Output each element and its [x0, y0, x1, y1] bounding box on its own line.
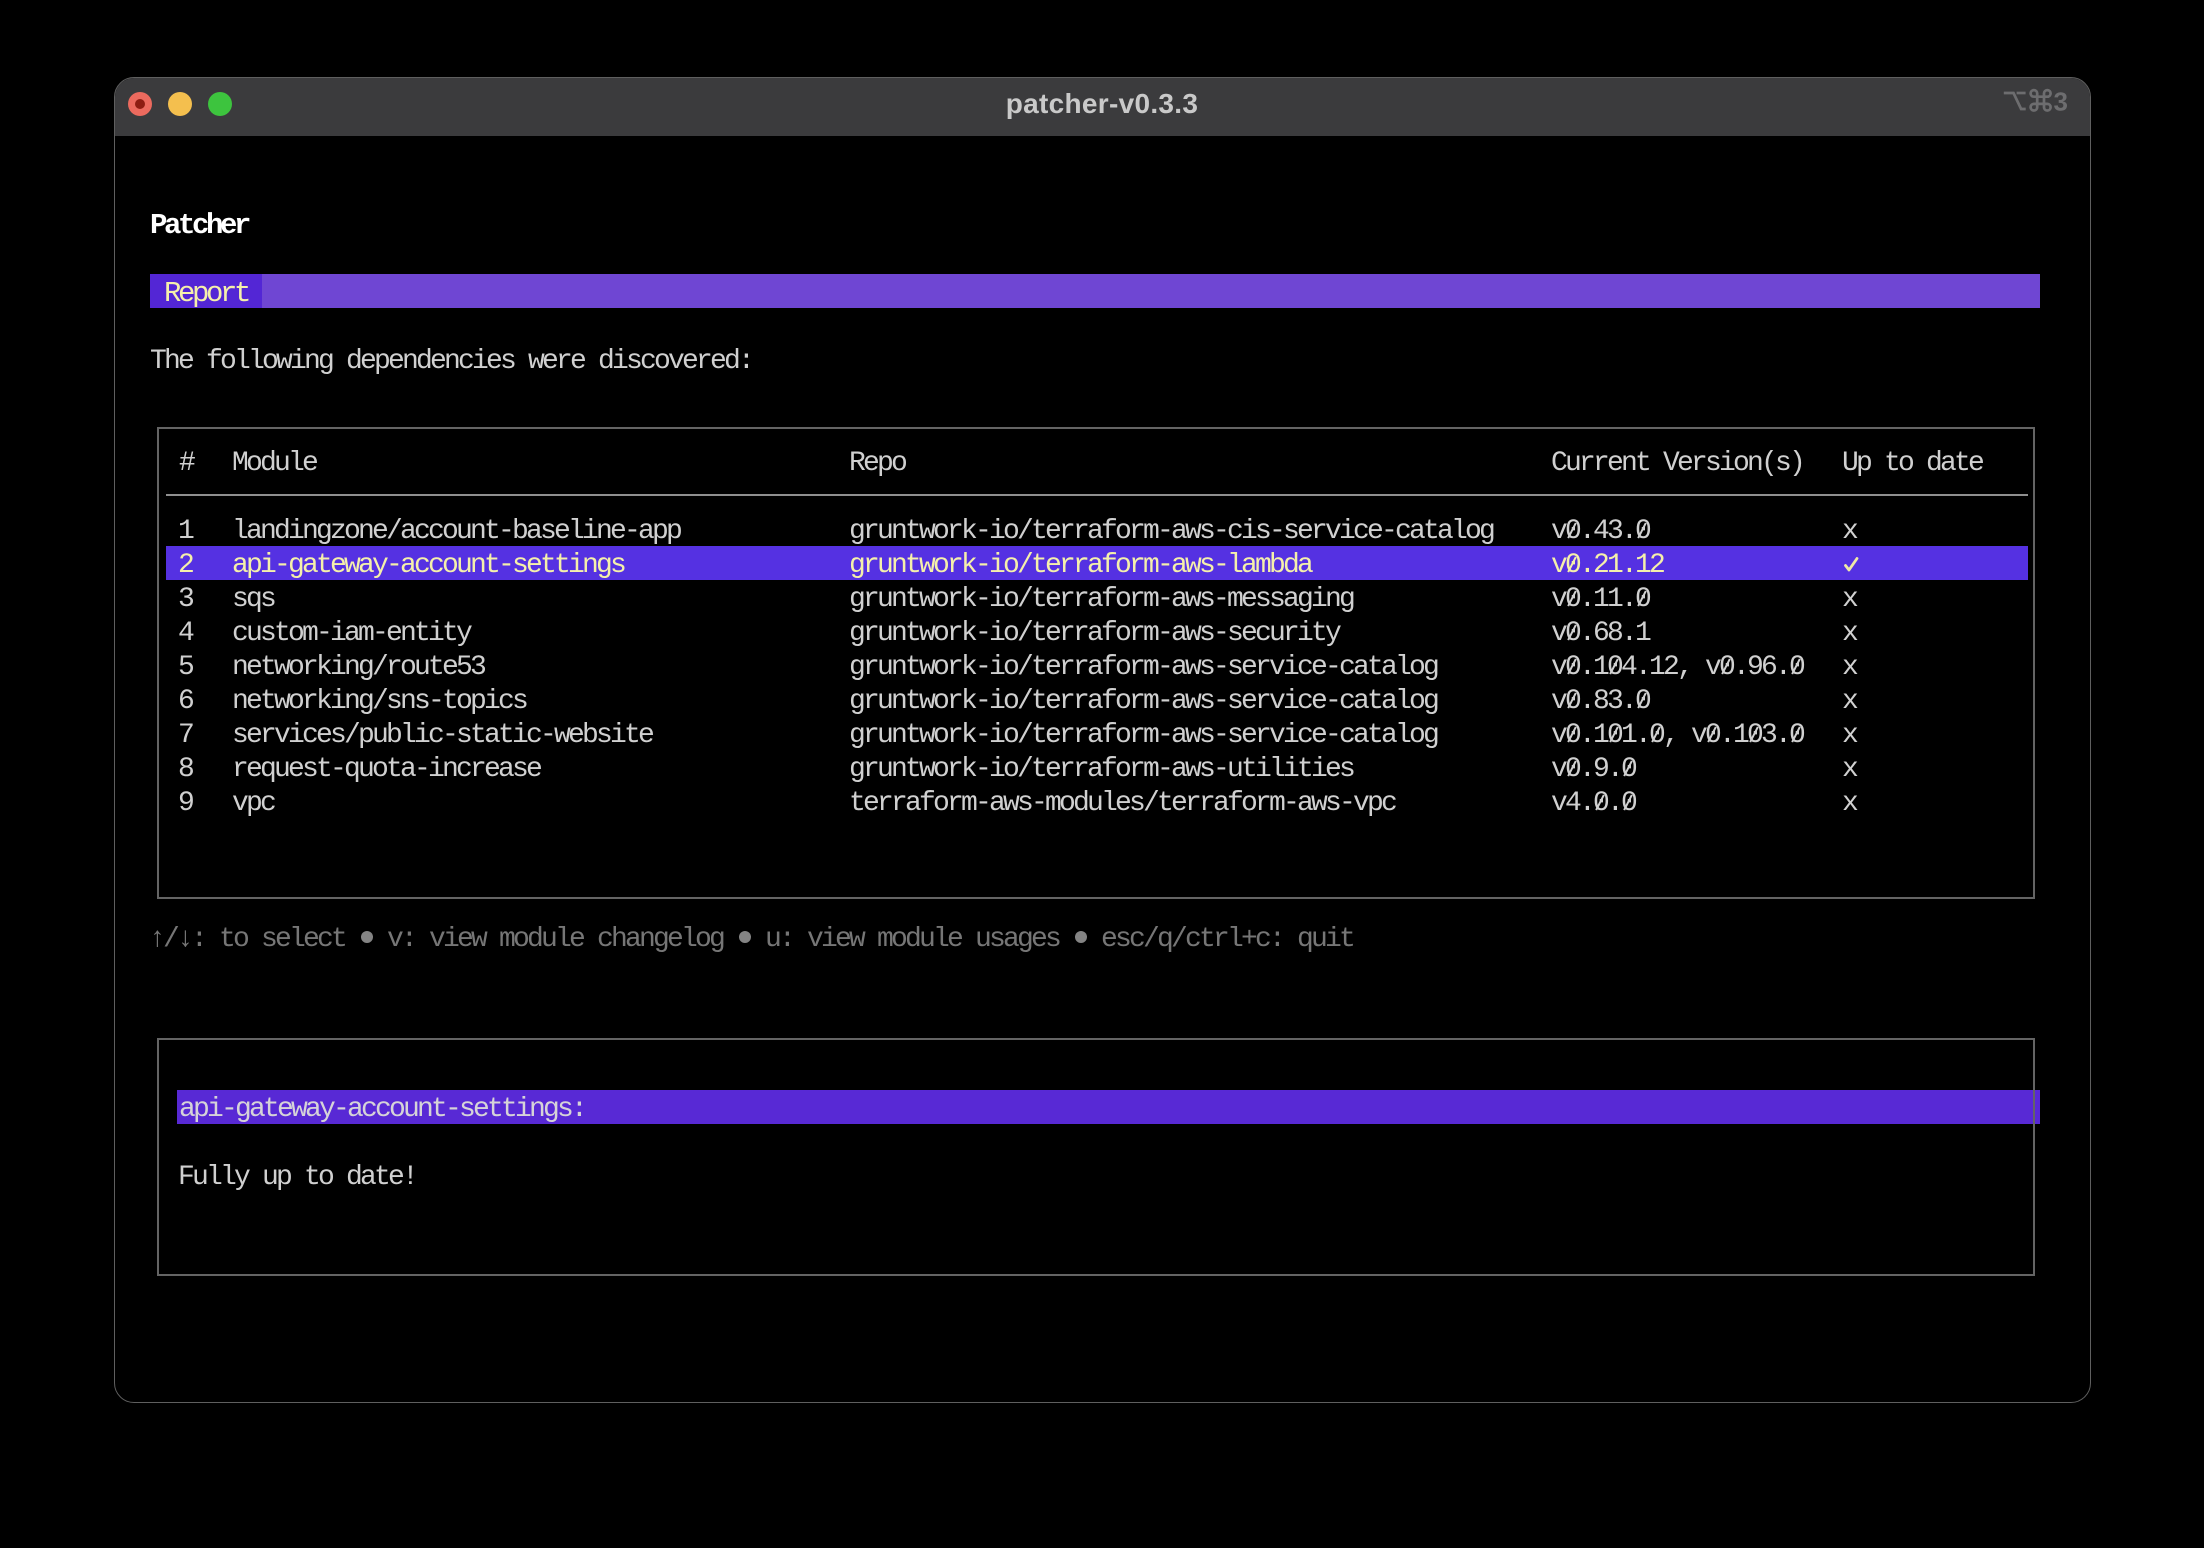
- svg-text:3: 3: [2054, 88, 2068, 114]
